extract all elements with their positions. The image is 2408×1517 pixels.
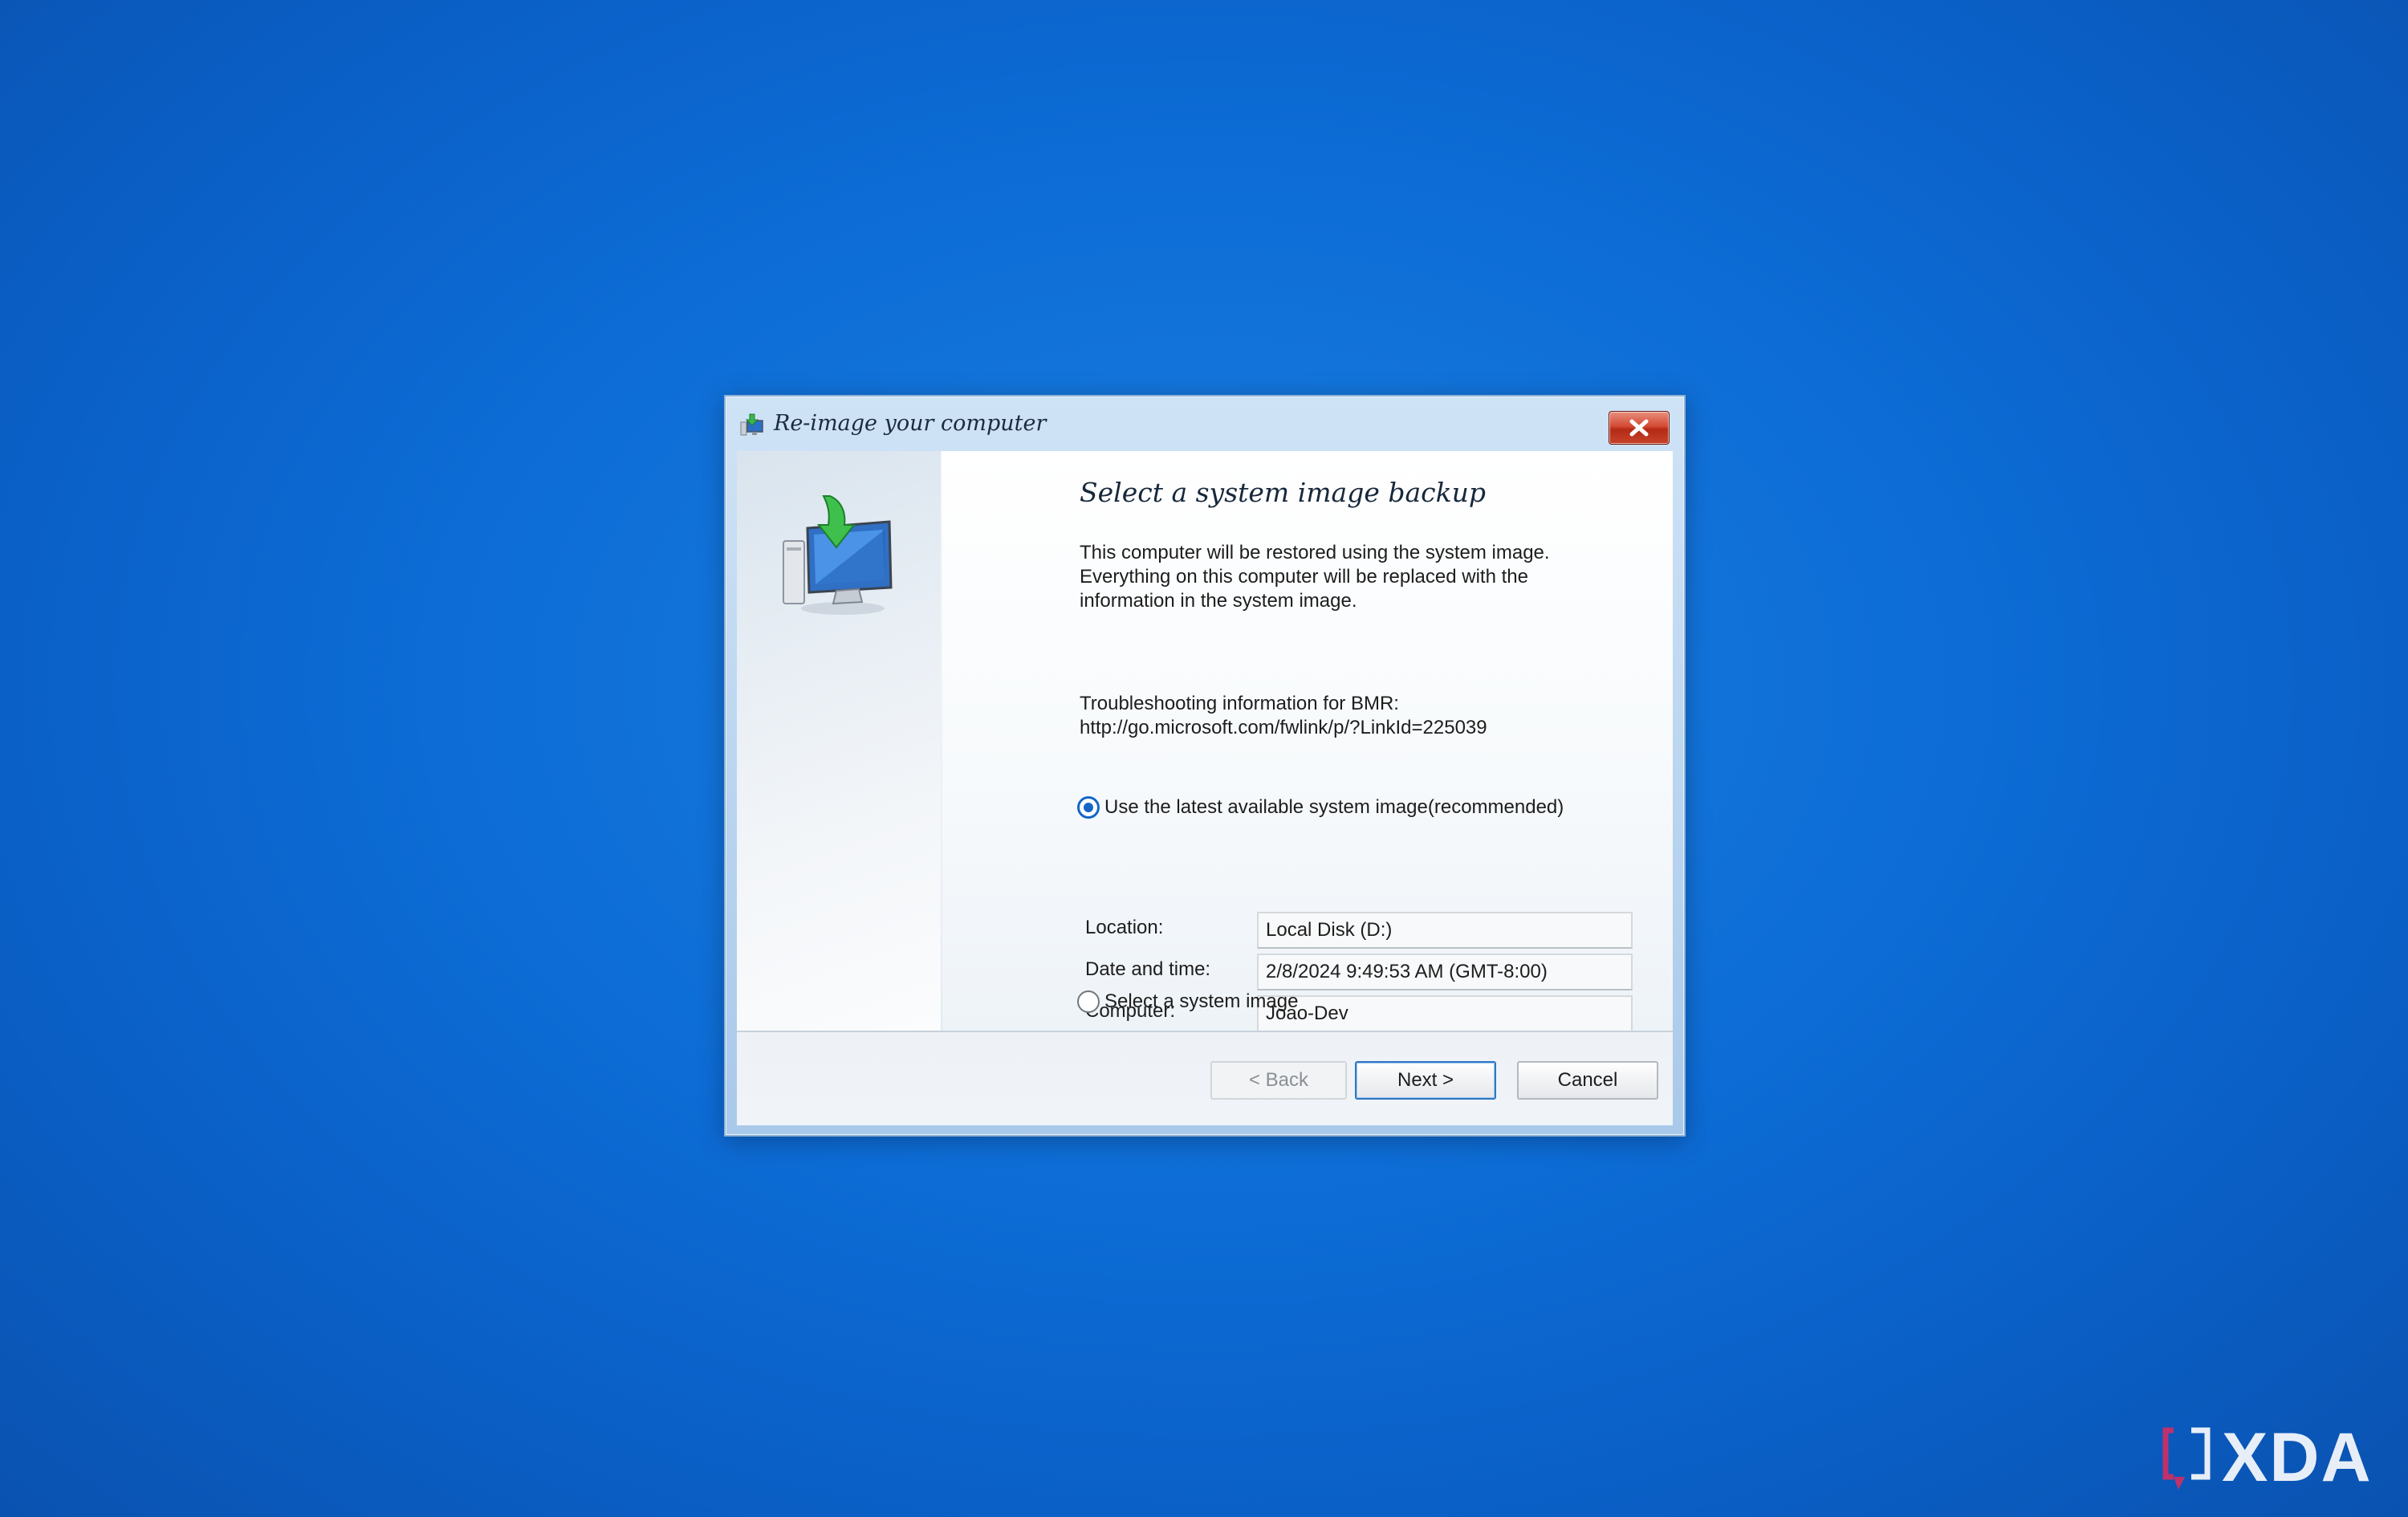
description-line: This computer will be restored using the…	[1080, 542, 1550, 563]
window-title: Re-image your computer	[774, 411, 1047, 436]
cancel-button[interactable]: Cancel	[1517, 1061, 1658, 1100]
xda-watermark: XDA	[2159, 1418, 2392, 1496]
troubleshooting-label: Troubleshooting information for BMR:	[1080, 693, 1399, 714]
latest-image-option[interactable]: Use the latest available system image(re…	[1077, 796, 1564, 819]
wizard-side-panel	[737, 451, 942, 1031]
select-image-radio[interactable]	[1077, 990, 1100, 1013]
computer-value: Joao-Dev	[1257, 995, 1633, 1032]
close-button[interactable]	[1609, 411, 1670, 445]
date-time-value: 2/8/2024 9:49:53 AM (GMT-8:00)	[1257, 954, 1633, 990]
backup-restore-icon	[779, 490, 899, 618]
restore-description: This computer will be restored using the…	[1080, 541, 1641, 613]
date-time-label: Date and time:	[1085, 958, 1211, 980]
location-label: Location:	[1085, 917, 1164, 938]
page-heading: Select a system image backup	[1080, 477, 1487, 508]
back-button[interactable]: < Back	[1210, 1061, 1347, 1100]
system-restore-icon	[738, 413, 766, 440]
close-icon	[1629, 419, 1649, 437]
title-bar[interactable]: Re-image your computer	[726, 397, 1684, 451]
latest-image-label: Use the latest available system image(re…	[1104, 796, 1564, 818]
dialog-footer: < Back Next > Cancel	[737, 1031, 1673, 1125]
reimage-dialog: Re-image your computer Select a system i…	[724, 395, 1686, 1137]
troubleshooting-info: Troubleshooting information for BMR: htt…	[1080, 692, 1641, 740]
location-value: Local Disk (D:)	[1257, 912, 1633, 949]
description-line: information in the system image.	[1080, 590, 1357, 612]
latest-image-radio[interactable]	[1077, 796, 1100, 819]
dialog-client-area: Select a system image backup This comput…	[737, 451, 1673, 1125]
desktop-background: Re-image your computer Select a system i…	[0, 0, 2408, 1517]
watermark-text: XDA	[2222, 1418, 2373, 1496]
xda-logo-icon	[2162, 1427, 2211, 1490]
troubleshooting-link[interactable]: http://go.microsoft.com/fwlink/p/?LinkId…	[1080, 716, 1641, 740]
description-line: Everything on this computer will be repl…	[1080, 566, 1528, 588]
next-button[interactable]: Next >	[1355, 1061, 1496, 1100]
select-image-option[interactable]: Select a system image	[1077, 990, 1298, 1013]
select-image-label: Select a system image	[1104, 990, 1299, 1012]
